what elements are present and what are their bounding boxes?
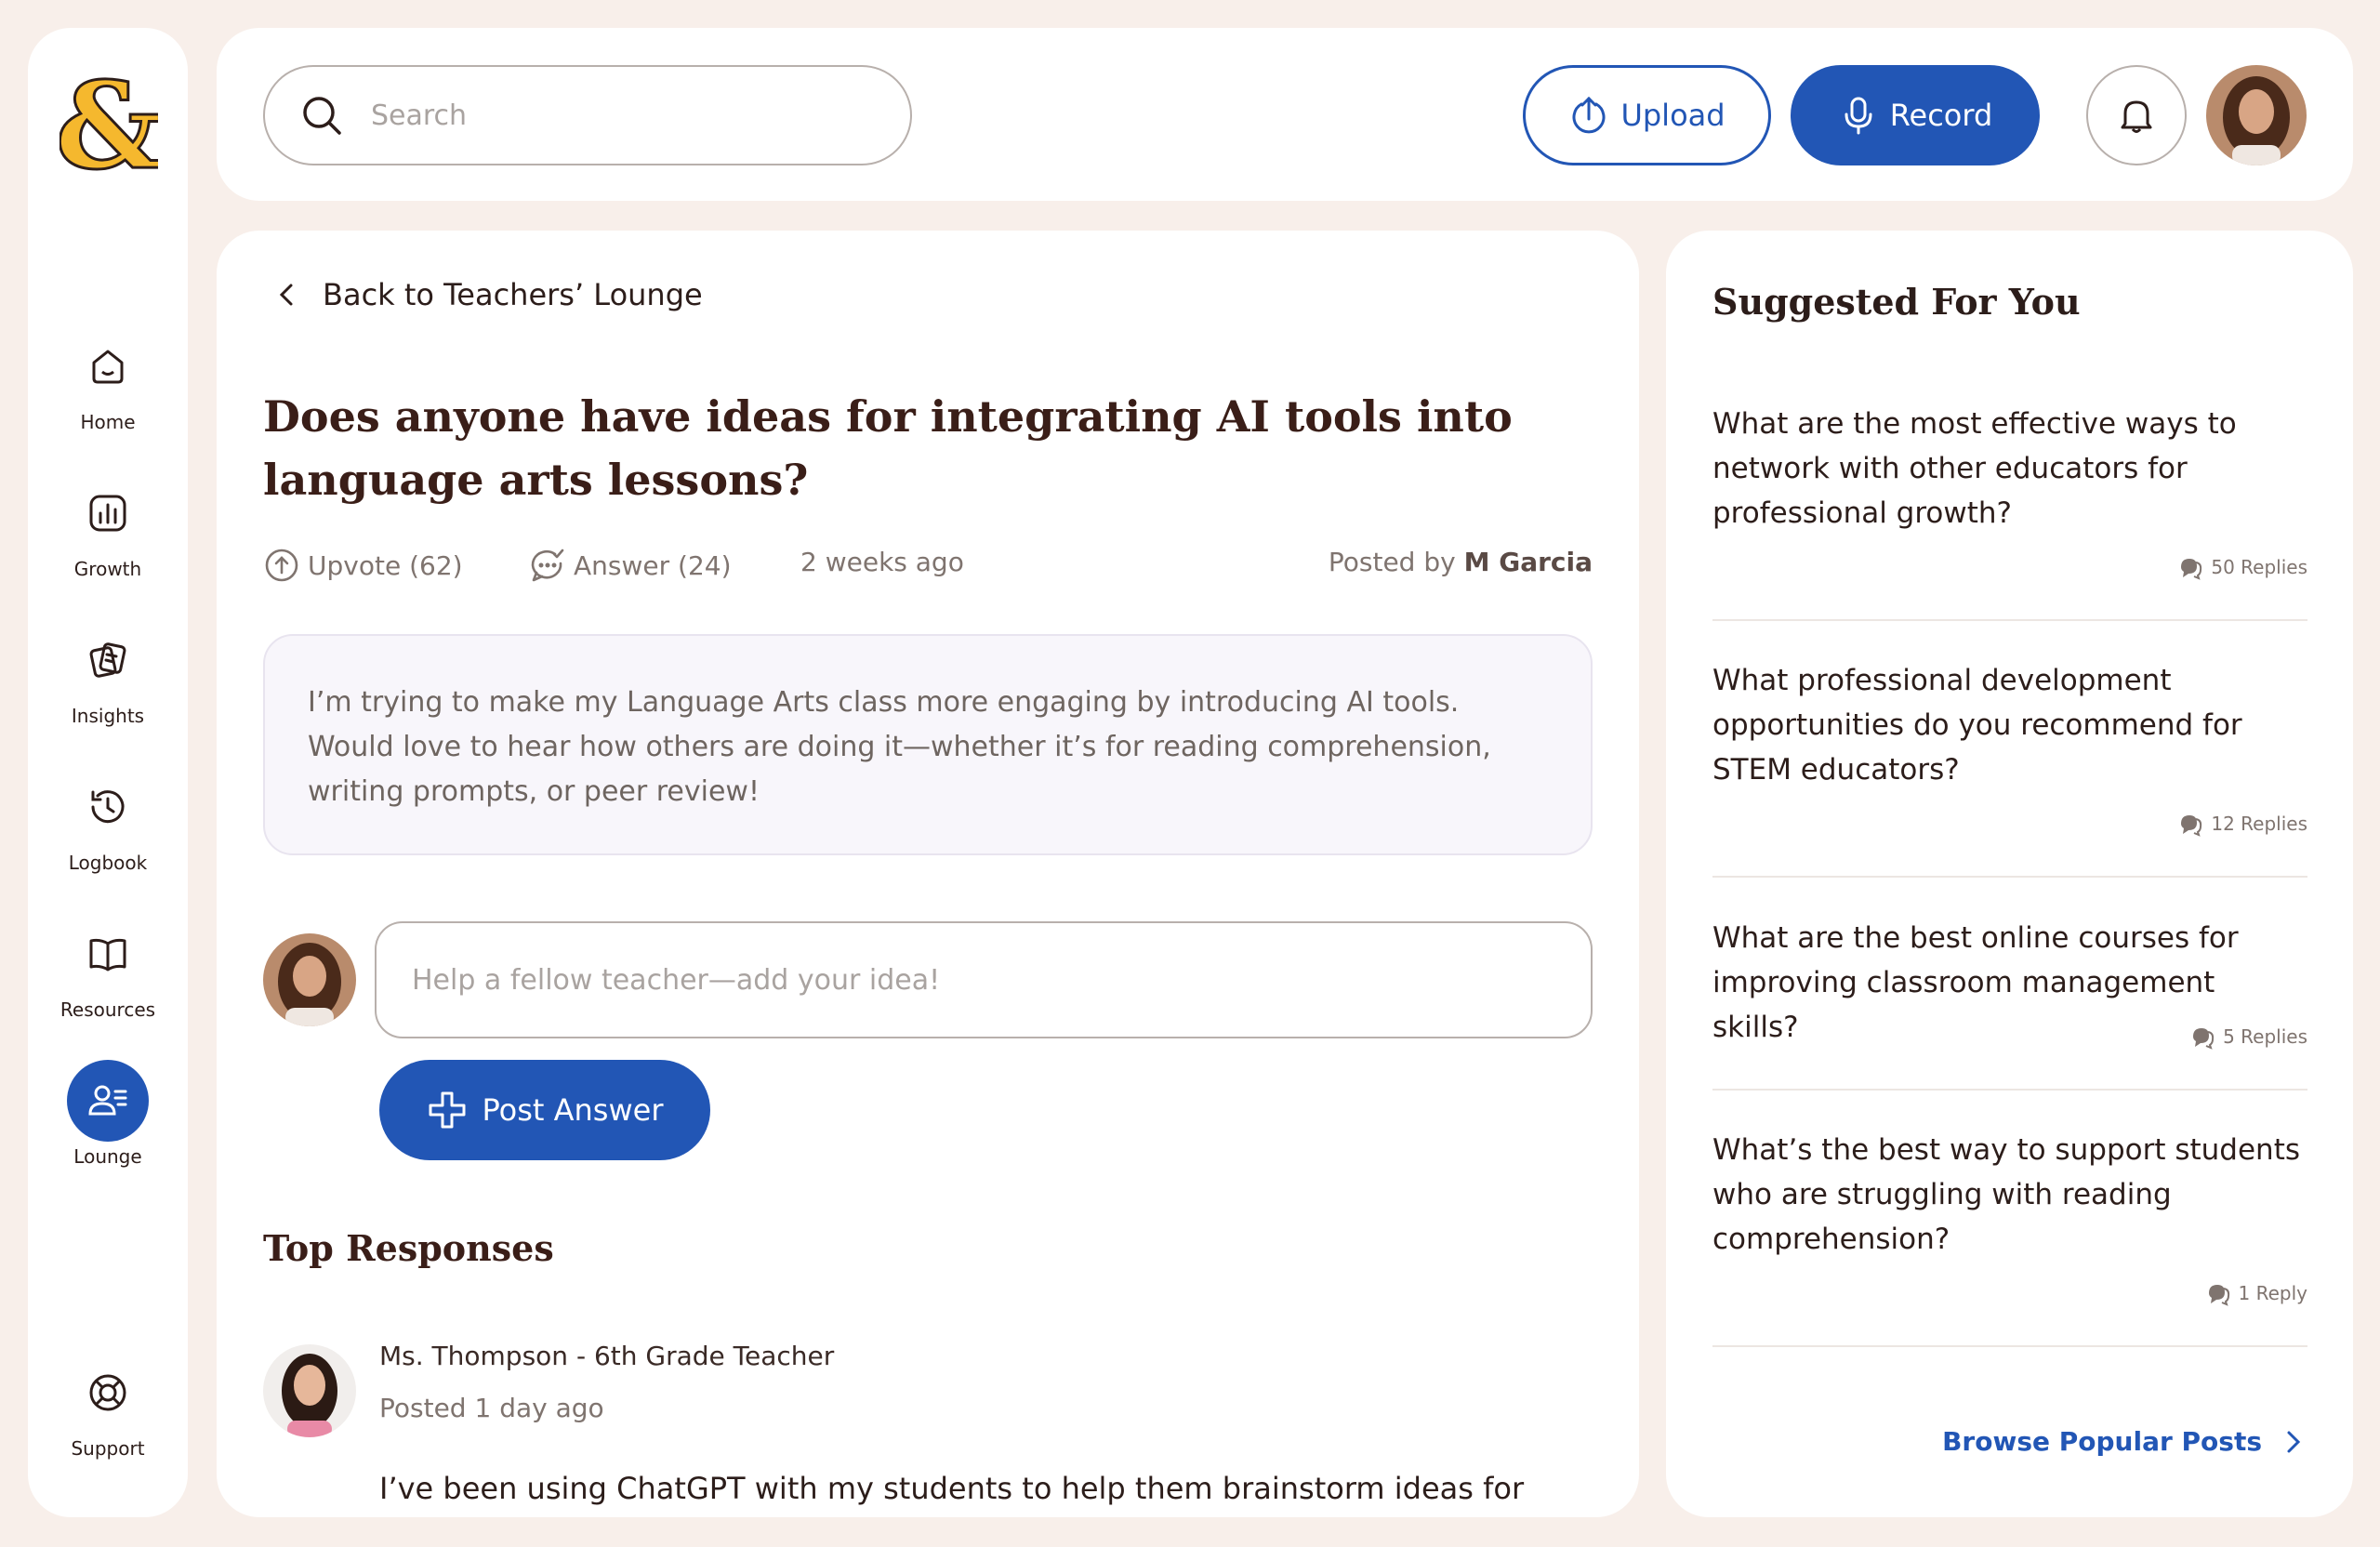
user-avatar-image <box>2206 65 2307 165</box>
nav-lounge[interactable]: Lounge <box>28 1060 188 1168</box>
user-avatar[interactable] <box>2206 65 2307 165</box>
response-time: Posted 1 day ago <box>379 1393 604 1423</box>
question-title: Does anyone have ideas for integrating A… <box>263 391 1513 505</box>
response-author-avatar-image <box>263 1344 356 1437</box>
post-answer-label: Post Answer <box>482 1092 664 1128</box>
people-icon <box>67 1060 149 1142</box>
cards-icon <box>67 619 149 701</box>
suggested-item[interactable]: What professional development opportunit… <box>1712 658 2307 878</box>
nav-home[interactable]: Home <box>28 325 188 433</box>
response-author: Ms. Thompson - 6th Grade Teacher <box>379 1341 835 1371</box>
chart-icon <box>67 472 149 554</box>
reply-count: 5 Replies <box>2189 1024 2307 1050</box>
response-body: I’ve been using ChatGPT with my students… <box>379 1471 1525 1506</box>
sidebar: & Home Growth Insights Logbook Resources <box>28 28 188 1517</box>
reply-count: 12 Replies <box>2177 811 2307 837</box>
chevron-left-icon <box>279 284 293 306</box>
reply-count: 1 Reply <box>2205 1280 2307 1306</box>
suggested-question: What professional development opportunit… <box>1712 664 2242 787</box>
answer-count-button[interactable]: Answer (24) <box>529 547 732 584</box>
back-link[interactable]: Back to Teachers’ Lounge <box>272 277 703 312</box>
upvote-icon <box>265 549 298 582</box>
answer-input[interactable] <box>412 963 1527 997</box>
upvote-label: Upvote (62) <box>308 549 463 581</box>
suggested-title: Suggested For You <box>1712 281 2081 323</box>
microphone-icon <box>1844 97 1872 135</box>
chevron-right-icon <box>2287 1431 2301 1452</box>
current-user-avatar <box>263 933 356 1026</box>
nav-growth-label: Growth <box>73 558 142 580</box>
posted-by: Posted by M Garcia <box>1329 547 1593 577</box>
chat-bubbles-icon <box>2181 559 2202 580</box>
notifications-button[interactable] <box>2086 65 2187 165</box>
suggested-question: What are the most effective ways to netw… <box>1712 407 2237 530</box>
chat-bubbles-icon <box>2181 815 2202 837</box>
reply-count-label: 5 Replies <box>2223 1025 2307 1048</box>
upvote-button[interactable]: Upvote (62) <box>263 547 463 584</box>
record-label: Record <box>1889 98 1993 133</box>
nav-insights-label: Insights <box>71 705 145 727</box>
svg-text:&: & <box>60 63 158 186</box>
nav-home-label: Home <box>80 411 136 433</box>
suggested-question: What’s the best way to support students … <box>1712 1133 2301 1256</box>
nav-support-label: Support <box>71 1437 145 1460</box>
back-link-label: Back to Teachers’ Lounge <box>323 277 703 312</box>
question-body: I’m trying to make my Language Arts clas… <box>263 634 1593 855</box>
ampersand-logo[interactable]: & <box>60 63 158 186</box>
nav-logbook-label: Logbook <box>68 852 148 874</box>
reply-count-label: 12 Replies <box>2211 813 2307 835</box>
nav-resources-label: Resources <box>60 998 156 1021</box>
chat-bubbles-icon <box>2208 1285 2229 1306</box>
top-bar: Upload Record <box>217 28 2353 201</box>
chat-bubble-icon <box>531 549 564 582</box>
top-responses-title: Top Responses <box>263 1227 554 1269</box>
history-icon <box>67 766 149 848</box>
search-box[interactable] <box>263 65 912 165</box>
suggested-item[interactable]: What are the most effective ways to netw… <box>1712 402 2307 621</box>
posted-time-label: 2 weeks ago <box>800 547 964 577</box>
reply-count: 50 Replies <box>2177 554 2307 580</box>
answer-count-label: Answer (24) <box>574 549 732 581</box>
chat-bubbles-icon <box>2193 1028 2215 1050</box>
answer-field[interactable] <box>375 921 1593 1038</box>
book-icon <box>67 913 149 995</box>
lifebuoy-icon <box>67 1352 149 1434</box>
nav-growth[interactable]: Growth <box>28 472 188 580</box>
browse-popular-posts-label: Browse Popular Posts <box>1942 1426 2262 1457</box>
plus-icon <box>429 1091 465 1129</box>
nav-lounge-label: Lounge <box>73 1145 142 1168</box>
upload-label: Upload <box>1620 98 1726 133</box>
suggested-item[interactable]: What are the best online courses for imp… <box>1712 916 2307 1091</box>
posted-time: 2 weeks ago <box>800 547 964 577</box>
suggested-item[interactable]: What’s the best way to support students … <box>1712 1128 2307 1347</box>
posted-by-name[interactable]: M Garcia <box>1464 547 1593 577</box>
search-icon <box>303 97 341 135</box>
upload-button[interactable]: Upload <box>1523 65 1771 165</box>
search-input[interactable] <box>371 99 854 132</box>
reply-count-label: 1 Reply <box>2238 1282 2307 1304</box>
posted-by-prefix: Posted by <box>1328 547 1456 577</box>
bell-icon <box>2121 100 2152 133</box>
upload-icon <box>1572 96 1606 134</box>
nav-support[interactable]: Support <box>28 1352 188 1460</box>
response-author-avatar <box>263 1344 356 1437</box>
discussion-panel: Back to Teachers’ Lounge Does anyone hav… <box>217 231 1639 1517</box>
nav-logbook[interactable]: Logbook <box>28 766 188 874</box>
nav-resources[interactable]: Resources <box>28 913 188 1021</box>
post-answer-button[interactable]: Post Answer <box>379 1060 710 1160</box>
record-button[interactable]: Record <box>1791 65 2040 165</box>
reply-count-label: 50 Replies <box>2211 556 2307 578</box>
browse-popular-posts-link[interactable]: Browse Popular Posts <box>1942 1426 2307 1457</box>
home-icon <box>67 325 149 407</box>
current-user-avatar-image <box>263 933 356 1026</box>
suggested-panel: Suggested For You What are the most effe… <box>1666 231 2353 1517</box>
nav-insights[interactable]: Insights <box>28 619 188 727</box>
